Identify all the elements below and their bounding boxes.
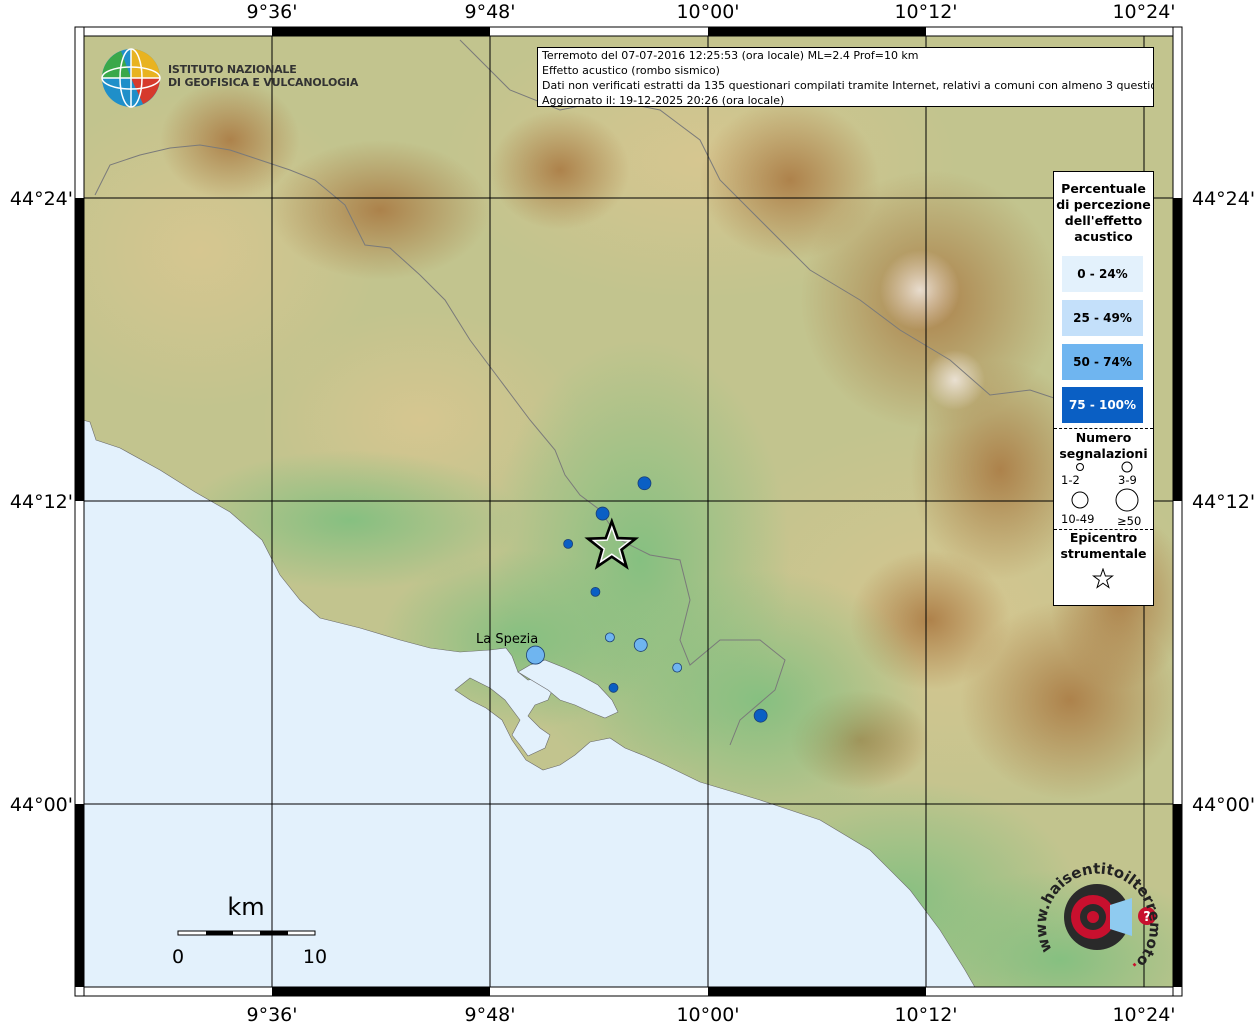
terrain [75,27,1182,996]
lon-tick: 10°00' [676,1004,739,1024]
lon-tick: 9°48' [465,1,516,23]
lat-tick: 44°00' [10,794,73,816]
legend-title: Percentuale di percezione dell'effetto a… [1054,172,1153,245]
info-event: Terremoto del 07-07-2016 12:25:53 (ora l… [542,49,919,62]
report-point-9[interactable] [608,682,619,693]
report-point-5[interactable] [605,632,615,643]
legend-class-25-49: 25 - 49% [1062,300,1143,336]
lon-tick: 9°36' [247,1004,298,1024]
ingv-logo-globe [101,48,161,108]
lon-tick: 10°12' [894,1004,957,1024]
lon-tick: 9°48' [465,1004,516,1024]
legend-class-50-74: 50 - 74% [1062,344,1143,380]
count-class-label: 3-9 [1118,473,1137,487]
lon-tick: 10°12' [894,1,957,23]
legend-class-75-100: 75 - 100% [1062,387,1143,423]
count-class-label: 1-2 [1061,473,1080,487]
report-point-10[interactable] [753,708,768,723]
count-class-label: ≥50 [1117,514,1142,528]
legend: Percentuale di percezione dell'effetto a… [1053,171,1154,606]
report-point-3[interactable] [563,538,574,549]
report-point-4[interactable] [590,587,601,597]
legend-title-line: di percezione [1056,197,1151,212]
legend-title-line: dell'effetto [1064,213,1143,228]
scale-start: 0 [172,946,184,968]
legend-title-line: acustico [1074,229,1133,244]
logo-line-1: ISTITUTO NAZIONALE [168,63,297,76]
legend-epicenter-title: Epicentro strumentale [1060,530,1147,561]
lat-tick: 44°12' [1192,491,1255,513]
lon-tick: 10°24' [1112,1004,1175,1024]
info-effect: Effetto acustico (rombo sismico) [542,64,720,77]
lat-tick: 44°24' [1192,188,1255,210]
count-class-label: 10-49 [1061,512,1095,526]
legend-title-line: Percentuale [1061,181,1146,196]
lon-tick: 10°24' [1112,1,1175,23]
event-info-box: Terremoto del 07-07-2016 12:25:53 (ora l… [537,47,1154,107]
logo-line-2: DI GEOFISICA E VULCANOLOGIA [168,76,359,89]
report-point-7[interactable] [526,645,545,665]
info-updated: Aggiornato il: 19-12-2025 20:26 (ora loc… [542,94,785,107]
report-point-1[interactable] [637,476,652,491]
lat-tick: 44°00' [1192,794,1255,816]
lat-tick: 44°12' [10,491,73,513]
report-point-6[interactable] [633,638,648,652]
lon-tick: 10°00' [676,1,739,23]
lat-ticks-right: 44°24' 44°12' 44°00' [1192,188,1255,816]
info-source: Dati non verificati estratti da 135 ques… [542,79,1154,92]
lat-tick: 44°24' [10,188,73,210]
scale-end: 10 [303,946,327,968]
lon-ticks-bottom: 9°36' 9°48' 10°00' 10°12' 10°24' [247,1004,1176,1024]
city-label-la-spezia: La Spezia [476,632,538,647]
scale-unit: km [227,893,264,921]
lon-ticks-top: 9°36' 9°48' 10°00' 10°12' 10°24' [247,1,1176,23]
report-point-8[interactable] [672,662,683,673]
report-point-2[interactable] [595,506,610,521]
lat-ticks-left: 44°24' 44°12' 44°00' [10,188,73,816]
legend-class-0-24: 0 - 24% [1062,256,1143,292]
star-icon [1092,568,1114,589]
ingv-logo-text: ISTITUTO NAZIONALE DI GEOFISICA E VULCAN… [168,63,358,89]
lon-tick: 9°36' [247,1,298,23]
